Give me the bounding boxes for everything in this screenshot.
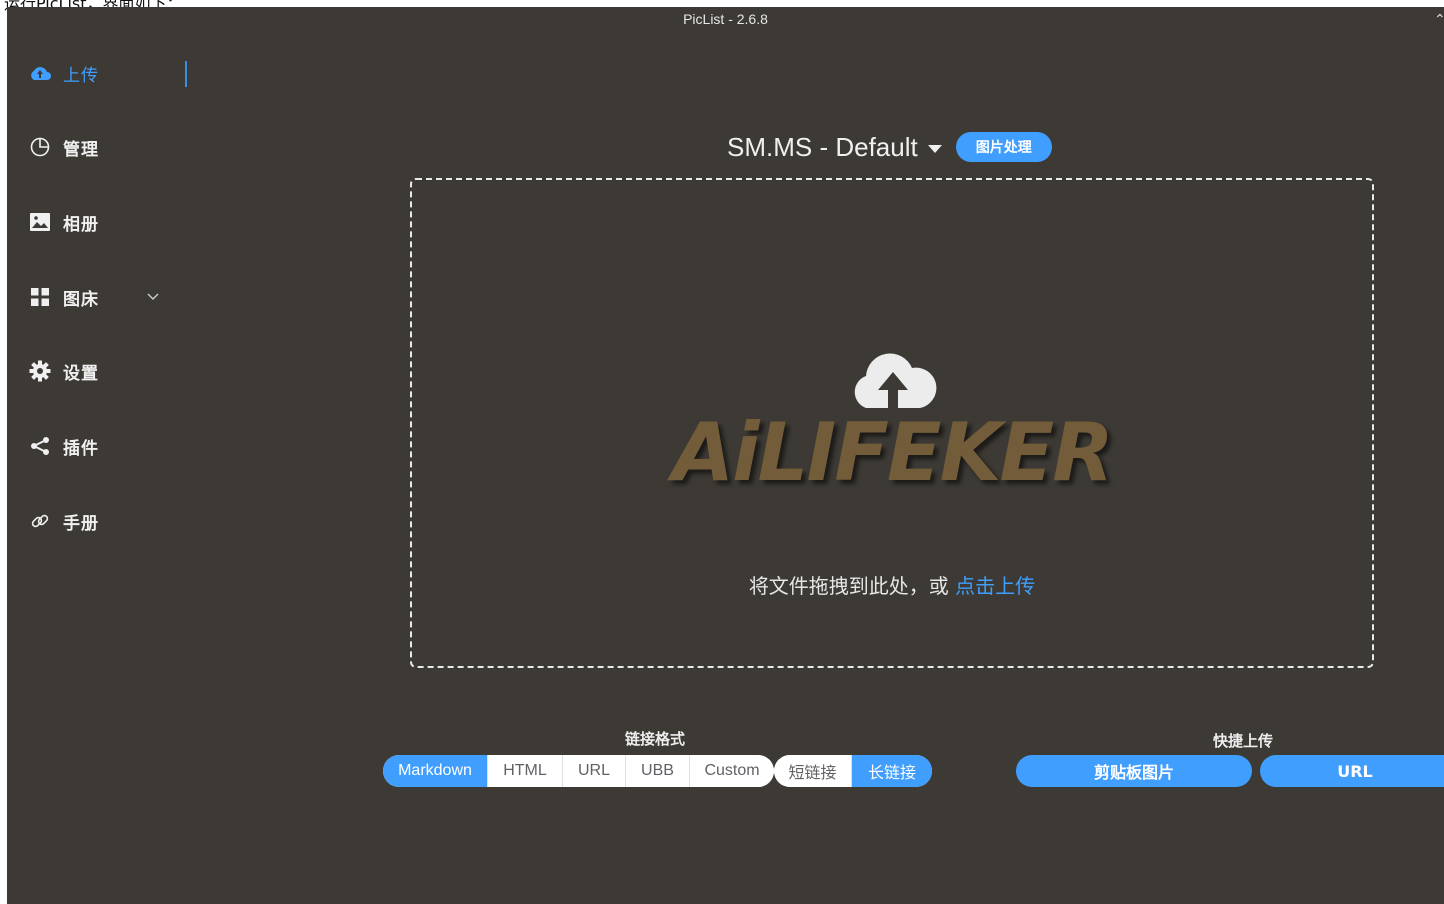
format-markdown[interactable]: Markdown: [383, 755, 488, 787]
sidebar-item-manage[interactable]: 管理: [7, 127, 185, 167]
cloud-upload-icon: [29, 62, 51, 84]
sidebar-item-label: 相册: [63, 214, 99, 235]
share-icon: [29, 435, 51, 457]
link-format-group: Markdown HTML URL UBB Custom: [383, 755, 774, 787]
cloud-upload-icon: [854, 353, 937, 408]
format-custom[interactable]: Custom: [690, 755, 774, 787]
sidebar-item-plugins[interactable]: 插件: [7, 426, 185, 466]
app-window: PicList - 2.6.8 ⌃ 上传 管理 相册 图床 设置 插件 手册 S…: [7, 7, 1444, 904]
sidebar-item-label: 上传: [63, 65, 99, 86]
quick-upload-title: 快捷上传: [1213, 732, 1274, 750]
sidebar-item-label: 手册: [63, 513, 99, 534]
picbed-selector: SM.MS - Default 图片处理: [727, 129, 1052, 165]
sidebar-item-manual[interactable]: 手册: [7, 501, 185, 541]
sidebar-item-label: 设置: [63, 363, 99, 384]
link-icon: [29, 510, 51, 532]
pie-chart-icon: [29, 136, 51, 158]
sidebar-item-settings[interactable]: 设置: [7, 351, 185, 391]
sidebar-item-gallery[interactable]: 相册: [7, 202, 185, 242]
format-url[interactable]: URL: [563, 755, 626, 787]
gear-icon: [29, 360, 51, 382]
sidebar-item-picbed[interactable]: 图床: [7, 277, 185, 317]
format-html[interactable]: HTML: [488, 755, 563, 787]
watermark-logo: AiLIFEKER: [672, 406, 1114, 499]
long-link-option[interactable]: 长链接: [852, 755, 932, 787]
picbed-name[interactable]: SM.MS - Default: [727, 132, 918, 163]
caret-down-icon[interactable]: [927, 145, 942, 153]
window-title: PicList - 2.6.8: [683, 11, 768, 27]
drop-hint: 将文件拖拽到此处，或 点击上传: [412, 570, 1372, 599]
window-control-icon[interactable]: ⌃: [1434, 13, 1444, 27]
sidebar-item-label: 插件: [63, 438, 99, 459]
sidebar-item-label: 图床: [63, 289, 99, 310]
chevron-down-icon[interactable]: [147, 290, 159, 302]
url-upload-button[interactable]: URL: [1260, 755, 1444, 787]
upload-dropzone[interactable]: AiLIFEKER 将文件拖拽到此处，或 点击上传: [410, 178, 1374, 668]
drop-hint-text: 将文件拖拽到此处，或: [748, 574, 956, 598]
picture-icon: [29, 211, 51, 233]
sidebar-item-upload[interactable]: 上传: [7, 53, 185, 93]
link-length-group: 短链接 长链接: [774, 755, 932, 787]
image-process-button[interactable]: 图片处理: [955, 132, 1052, 162]
link-format-title: 链接格式: [625, 730, 686, 748]
active-indicator: [185, 61, 187, 87]
clipboard-upload-button[interactable]: 剪贴板图片: [1016, 755, 1252, 787]
click-upload-link[interactable]: 点击上传: [955, 574, 1035, 598]
short-link-option[interactable]: 短链接: [774, 755, 852, 787]
sidebar-item-label: 管理: [63, 139, 99, 160]
format-ubb[interactable]: UBB: [626, 755, 690, 787]
grid-icon: [29, 286, 51, 308]
